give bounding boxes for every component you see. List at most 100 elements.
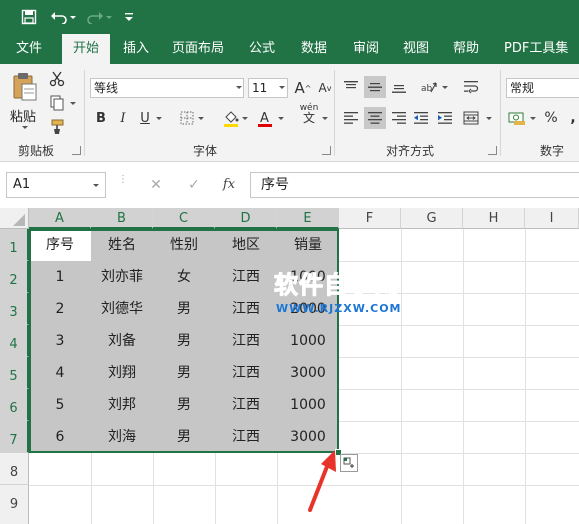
align-right-icon[interactable] <box>388 107 410 129</box>
tab-review[interactable]: 审阅 <box>344 34 388 64</box>
quick-analysis-icon[interactable] <box>340 454 358 472</box>
table-cell[interactable]: 刘德华 <box>91 293 153 325</box>
customize-qat-icon[interactable] <box>118 6 140 28</box>
table-cell[interactable]: 3000 <box>277 357 339 389</box>
percent-button[interactable]: % <box>540 107 562 129</box>
insert-function-button[interactable]: fx <box>216 172 242 198</box>
header-cell-region[interactable]: 地区 <box>215 229 277 261</box>
wrap-text-icon[interactable] <box>460 76 482 98</box>
merge-icon[interactable] <box>460 107 482 129</box>
table-cell[interactable]: 刘备 <box>91 325 153 357</box>
accounting-icon[interactable] <box>506 107 528 129</box>
tab-file[interactable]: 文件 <box>4 34 54 64</box>
clipboard-launcher-icon[interactable] <box>72 146 81 155</box>
table-cell[interactable]: 江西 <box>215 261 277 293</box>
column-header-f[interactable]: F <box>339 208 401 229</box>
table-cell[interactable]: 1000 <box>277 325 339 357</box>
column-header-a[interactable]: A <box>29 208 91 229</box>
header-cell-sales[interactable]: 销量 <box>277 229 339 261</box>
undo-dropdown-icon[interactable] <box>68 6 78 28</box>
increase-indent-icon[interactable] <box>434 107 456 129</box>
align-bottom-icon[interactable] <box>388 76 410 98</box>
font-color-icon[interactable]: A <box>254 107 276 129</box>
align-top-icon[interactable] <box>340 76 362 98</box>
table-cell[interactable]: 男 <box>153 293 215 325</box>
fill-color-icon[interactable] <box>220 107 242 129</box>
row-header-5[interactable]: 5 <box>0 357 29 389</box>
column-header-i[interactable]: I <box>525 208 579 229</box>
format-painter-icon[interactable] <box>46 116 68 138</box>
table-cell[interactable]: 男 <box>153 389 215 421</box>
save-icon[interactable] <box>18 6 40 28</box>
table-cell[interactable]: 5 <box>29 389 91 421</box>
row-header-2[interactable]: 2 <box>0 261 29 293</box>
row-header-7[interactable]: 7 <box>0 421 29 453</box>
tab-formulas[interactable]: 公式 <box>240 34 284 64</box>
table-cell[interactable]: 江西 <box>215 325 277 357</box>
table-cell[interactable]: 刘海 <box>91 421 153 453</box>
table-cell[interactable]: 刘邦 <box>91 389 153 421</box>
align-left-icon[interactable] <box>340 107 362 129</box>
enter-formula-button[interactable]: ✓ <box>178 172 210 198</box>
undo-icon[interactable] <box>48 6 70 28</box>
cancel-formula-button[interactable]: ✕ <box>140 172 172 198</box>
table-cell[interactable]: 刘翔 <box>91 357 153 389</box>
decrease-indent-icon[interactable] <box>410 107 432 129</box>
table-cell[interactable]: 1000 <box>277 389 339 421</box>
border-icon[interactable] <box>176 107 198 129</box>
copy-icon[interactable] <box>46 92 68 114</box>
column-header-e[interactable]: E <box>277 208 339 229</box>
formula-input[interactable]: 序号 <box>250 172 579 198</box>
table-cell[interactable]: 女 <box>153 261 215 293</box>
header-cell-gender[interactable]: 性别 <box>153 229 215 261</box>
header-cell-name[interactable]: 姓名 <box>91 229 153 261</box>
name-box[interactable]: A1 <box>6 172 106 198</box>
increase-font-size-button[interactable]: A ^ <box>292 77 314 99</box>
column-header-g[interactable]: G <box>401 208 463 229</box>
table-cell[interactable]: 6 <box>29 421 91 453</box>
table-cell[interactable]: 刘亦菲 <box>91 261 153 293</box>
tab-data[interactable]: 数据 <box>292 34 336 64</box>
header-cell-index[interactable]: 序号 <box>29 229 91 261</box>
table-cell[interactable]: 江西 <box>215 293 277 325</box>
table-cell[interactable]: 江西 <box>215 421 277 453</box>
font-name-select[interactable]: 等线 <box>90 78 244 98</box>
table-cell[interactable]: 江西 <box>215 357 277 389</box>
table-cell[interactable]: 1 <box>29 261 91 293</box>
alignment-launcher-icon[interactable] <box>488 146 497 155</box>
underline-button[interactable]: U <box>134 107 156 129</box>
table-cell[interactable]: 4 <box>29 357 91 389</box>
table-cell[interactable]: 2 <box>29 293 91 325</box>
select-all-button[interactable] <box>0 208 29 229</box>
phonetic-guide-button[interactable]: wén 文 <box>298 102 320 124</box>
tab-home[interactable]: 开始 <box>62 34 110 64</box>
font-launcher-icon[interactable] <box>322 146 331 155</box>
comma-button[interactable]: , <box>562 107 579 129</box>
table-cell[interactable]: 3 <box>29 325 91 357</box>
tab-help[interactable]: 帮助 <box>444 34 488 64</box>
paste-button[interactable]: 粘贴 <box>8 70 40 130</box>
cut-icon[interactable] <box>46 68 68 90</box>
bold-button[interactable]: B <box>90 107 112 129</box>
row-header-3[interactable]: 3 <box>0 293 29 325</box>
row-header-4[interactable]: 4 <box>0 325 29 357</box>
column-header-d[interactable]: D <box>215 208 277 229</box>
tab-insert[interactable]: 插入 <box>114 34 158 64</box>
worksheet-grid[interactable]: A B C D E F G H I 1 2 3 4 5 6 7 8 9 序号 姓… <box>0 208 579 524</box>
decrease-font-size-button[interactable]: Av <box>314 77 336 99</box>
table-cell[interactable]: 男 <box>153 325 215 357</box>
table-cell[interactable]: 男 <box>153 357 215 389</box>
align-center-icon[interactable] <box>364 107 386 129</box>
row-header-1[interactable]: 1 <box>0 229 29 261</box>
tab-page-layout[interactable]: 页面布局 <box>166 34 230 64</box>
number-format-select[interactable]: 常规 <box>506 78 579 98</box>
row-header-9[interactable]: 9 <box>0 485 29 524</box>
column-header-b[interactable]: B <box>91 208 153 229</box>
tab-pdf-tools[interactable]: PDF工具集 <box>498 34 579 64</box>
column-header-h[interactable]: H <box>463 208 525 229</box>
table-cell[interactable]: 男 <box>153 421 215 453</box>
tab-view[interactable]: 视图 <box>394 34 438 64</box>
table-cell[interactable]: 江西 <box>215 389 277 421</box>
row-header-6[interactable]: 6 <box>0 389 29 421</box>
orientation-icon[interactable]: ab <box>418 76 440 98</box>
